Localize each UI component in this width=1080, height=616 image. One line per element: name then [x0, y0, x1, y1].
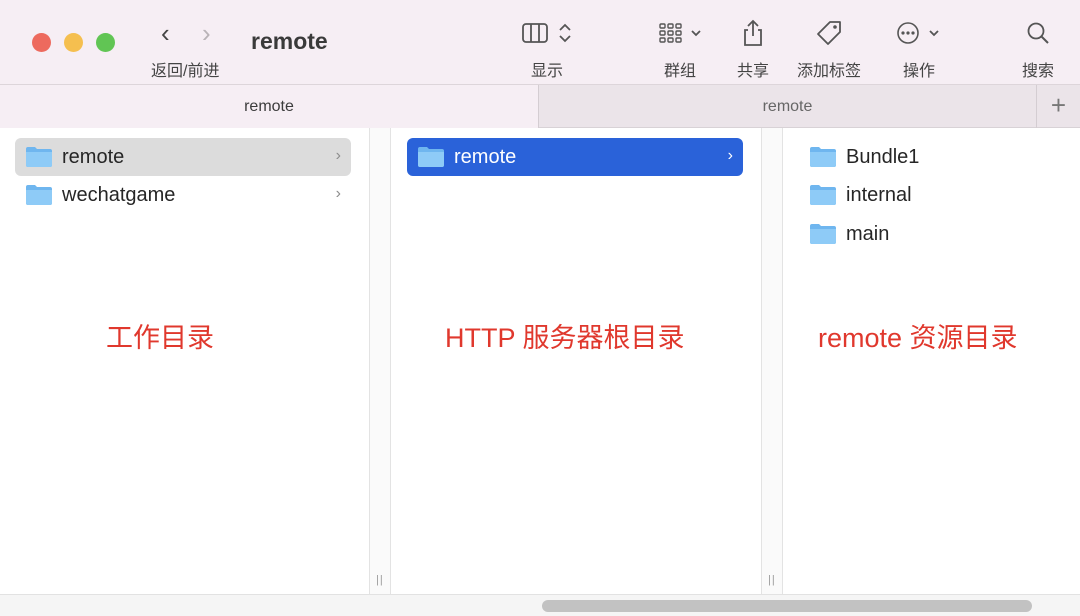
browser-column-1[interactable]: remote › wechatgame › [0, 128, 368, 594]
browser-column-2[interactable]: remote › [391, 128, 761, 594]
horizontal-scrollbar[interactable] [0, 594, 1080, 616]
more-actions-icon [897, 22, 939, 44]
item-name: wechatgame [62, 183, 176, 206]
search-button[interactable]: 搜索 [1018, 18, 1058, 80]
share-button[interactable]: 共享 [733, 18, 773, 80]
action-button[interactable]: 操作 [894, 18, 944, 80]
group-button[interactable]: 群组 [652, 18, 708, 80]
group-label: 群组 [663, 63, 696, 80]
back-forward-label: 返回/前进 [151, 63, 220, 80]
add-tag-button[interactable]: 添加标签 [792, 18, 866, 80]
window-title: remote [251, 28, 328, 54]
tab-remote-inactive[interactable]: remote [539, 85, 1036, 128]
chevron-right-icon: › [727, 147, 733, 164]
item-name: Bundle1 [846, 145, 920, 168]
item-name: main [846, 222, 890, 245]
zoom-window-button[interactable] [96, 33, 115, 52]
back-icon[interactable]: ‹ [161, 18, 170, 48]
tab-remote-active[interactable]: remote [0, 85, 539, 128]
list-item-bundle1[interactable]: Bundle1 [799, 138, 1059, 176]
item-name: internal [846, 183, 912, 206]
new-tab-button[interactable]: + [1036, 85, 1080, 128]
folder-icon [26, 185, 52, 205]
column-resize-handle[interactable]: || [761, 128, 783, 594]
close-window-button[interactable] [32, 33, 51, 52]
group-grid-icon [659, 23, 701, 43]
share-icon [744, 19, 762, 46]
forward-icon[interactable]: › [202, 18, 211, 48]
toolbar: ‹ › 返回/前进 remote 显示 群组 共享 添加标签 操作 搜索 [0, 0, 1080, 84]
minimize-window-button[interactable] [64, 33, 83, 52]
add-tag-label: 添加标签 [796, 63, 861, 80]
list-item-wechatgame[interactable]: wechatgame › [15, 176, 351, 214]
annotation-http-root: HTTP 服务器根目录 [445, 323, 685, 353]
item-name: remote [454, 145, 517, 168]
list-item-main[interactable]: main [799, 215, 1059, 253]
search-icon [1027, 22, 1049, 44]
tab-bar: remote remote + [0, 84, 1080, 128]
column-resize-handle[interactable]: || [369, 128, 391, 594]
browser-column-3[interactable]: Bundle1 internal main [783, 128, 1080, 594]
annotation-working-dir: 工作目录 [106, 323, 214, 353]
folder-icon [418, 147, 444, 167]
share-label: 共享 [736, 63, 769, 80]
tag-icon [817, 21, 841, 45]
resize-grip-icon: || [376, 574, 384, 586]
list-item-internal[interactable]: internal [799, 176, 1059, 214]
folder-icon [810, 224, 836, 244]
folder-icon [26, 147, 52, 167]
view-label: 显示 [530, 63, 563, 80]
scrollbar-thumb[interactable] [542, 600, 1032, 612]
folder-icon [810, 185, 836, 205]
list-item-remote[interactable]: remote › [15, 138, 351, 176]
action-label: 操作 [902, 63, 935, 80]
view-button[interactable]: 显示 [520, 18, 574, 80]
resize-grip-icon: || [768, 574, 776, 586]
search-label: 搜索 [1021, 63, 1054, 80]
annotation-remote-resources: remote 资源目录 [818, 323, 1018, 353]
list-item-remote-selected[interactable]: remote › [407, 138, 743, 176]
folder-icon [810, 147, 836, 167]
columns-view-icon [522, 23, 571, 43]
item-name: remote [62, 145, 125, 168]
chevron-right-icon: › [335, 185, 341, 202]
chevron-right-icon: › [335, 147, 341, 164]
